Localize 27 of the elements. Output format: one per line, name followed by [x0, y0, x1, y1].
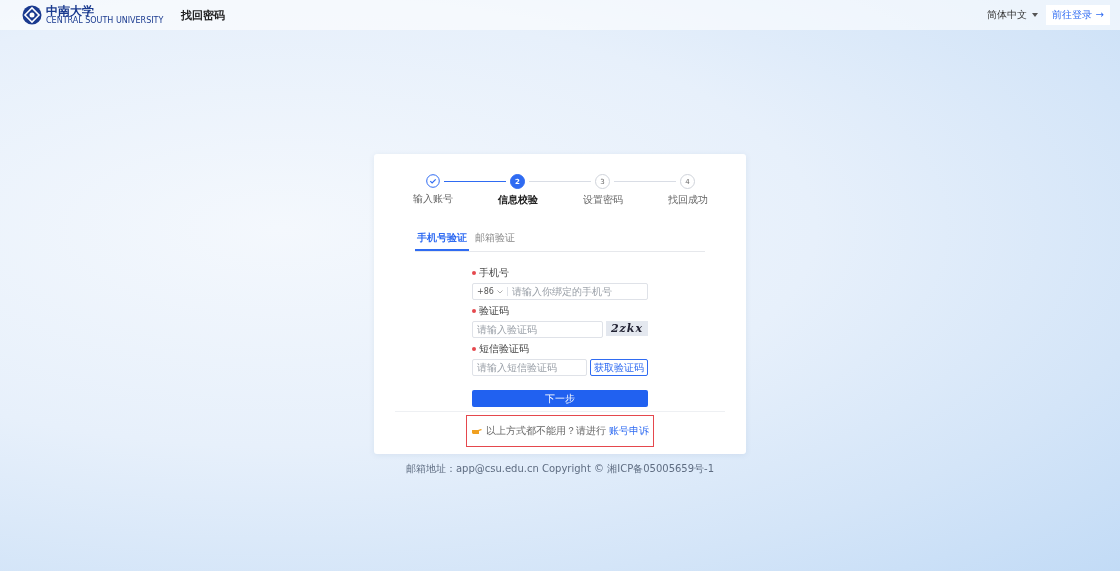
- university-subtitle: CENTRAL SOUTH UNIVERSITY: [46, 17, 164, 25]
- field-label: 短信验证码: [479, 342, 529, 356]
- field-label: 验证码: [479, 304, 509, 318]
- pointing-hand-icon: [471, 427, 483, 435]
- university-logo-icon: [22, 5, 42, 25]
- step-label: 输入账号: [412, 192, 453, 206]
- step-label: 信息校验: [497, 193, 538, 207]
- appeal-link[interactable]: 账号申诉: [609, 424, 649, 438]
- captcha-image[interactable]: 2zkx: [606, 321, 648, 336]
- step-label: 找回成功: [667, 193, 708, 207]
- captcha-input-field[interactable]: 请输入验证码: [472, 321, 603, 338]
- tab[interactable]: 邮箱验证: [473, 227, 517, 251]
- language-dropdown[interactable]: 简体中文: [987, 8, 1039, 22]
- tab[interactable]: 手机号验证: [415, 227, 469, 251]
- login-link[interactable]: 前往登录 →: [1046, 5, 1110, 25]
- next-step-button[interactable]: 下一步: [472, 390, 648, 407]
- phone-input-field[interactable]: +86 请输入你绑定的手机号: [472, 283, 648, 300]
- caret-icon: [1032, 13, 1039, 17]
- sms-code-input-field[interactable]: 请输入短信验证码: [472, 359, 587, 376]
- chevron-down-icon: [497, 289, 503, 294]
- help-text: 以上方式都不能用？请进行: [486, 424, 606, 438]
- field-label: 手机号: [479, 266, 509, 280]
- footer-text: 邮箱地址：app@csu.edu.cn Copyright © 湘ICP备05005659号-1: [405, 462, 715, 476]
- page-title: 找回密码: [181, 7, 226, 23]
- step-label: 设置密码: [582, 193, 623, 207]
- get-code-button[interactable]: 获取验证码: [590, 359, 648, 376]
- university-name: 中南大学: [46, 5, 94, 17]
